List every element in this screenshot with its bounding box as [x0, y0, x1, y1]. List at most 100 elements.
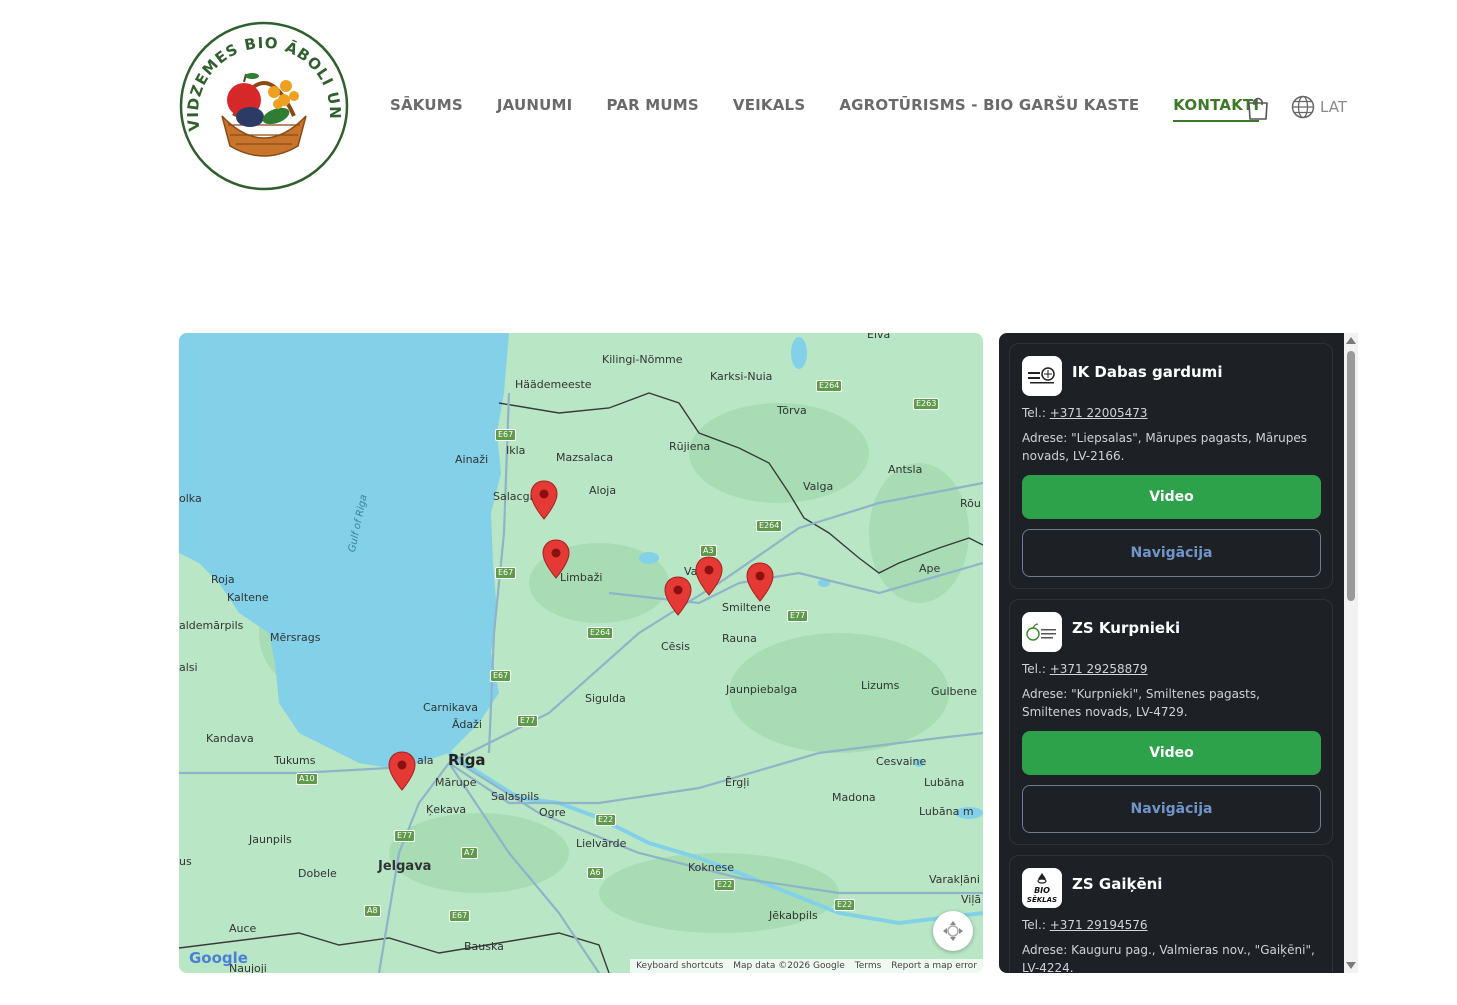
terms-link[interactable]: Terms	[855, 961, 882, 971]
video-button[interactable]: Video	[1022, 475, 1321, 519]
place-label: Auce	[229, 922, 257, 935]
language-label: LAT	[1320, 98, 1347, 116]
place-label: Ape	[919, 562, 941, 575]
scrollbar-thumb[interactable]	[1347, 351, 1355, 601]
road-shield: E77	[787, 610, 809, 622]
phone-label: Tel.:	[1022, 406, 1046, 420]
place-label: Valga	[803, 480, 834, 493]
road-shield: E22	[595, 814, 617, 826]
place-label: Jaunpiebalga	[726, 683, 798, 696]
map-marker[interactable]	[530, 480, 558, 520]
place-label: Salacgr	[493, 490, 535, 503]
place-label: Ērgļi	[725, 776, 750, 789]
phone-label: Tel.:	[1022, 662, 1046, 676]
nav-jaunumi[interactable]: JAUNUMI	[497, 96, 573, 122]
place-label: aldemārpils	[179, 619, 244, 632]
place-label: Ogre	[539, 806, 566, 819]
map-camera-control[interactable]	[933, 911, 973, 951]
place-label: Mērsrags	[270, 631, 321, 644]
road-shield: E22	[714, 879, 736, 891]
contact-phone-row: Tel.: +371 29194576	[1022, 918, 1320, 932]
place-label: Rauna	[722, 632, 757, 645]
place-label: Lielvārde	[576, 837, 627, 850]
place-label: Elva	[867, 333, 891, 341]
svg-text:BIO: BIO	[1034, 886, 1050, 895]
nav-veikals[interactable]: VEIKALS	[733, 96, 805, 122]
place-label: Mārupe	[435, 776, 477, 789]
video-button[interactable]: Video	[1022, 731, 1321, 775]
map-marker[interactable]	[664, 576, 692, 616]
contact-name: ZS Kurpnieki	[1072, 619, 1181, 637]
contact-card: IK Dabas gardumi Tel.: +371 22005473 Adr…	[1009, 343, 1333, 589]
road-shield: A10	[296, 773, 318, 785]
road-shield: E67	[495, 567, 517, 579]
cart-button[interactable]	[1246, 95, 1270, 121]
place-label: ala	[417, 754, 434, 767]
nav-par-mums[interactable]: PAR MUMS	[606, 96, 698, 122]
map-marker[interactable]	[746, 562, 774, 602]
contact-address: Adrese: "Liepsalas", Mārupes pagasts, Mā…	[1022, 431, 1307, 463]
map-marker[interactable]	[542, 539, 570, 579]
contacts-scrollbar[interactable]	[1344, 333, 1358, 973]
phone-link[interactable]: +371 29194576	[1050, 918, 1148, 932]
place-label: Cēsis	[661, 640, 690, 653]
page: VIDZEMES BIO ĀBOLI UN OGAS SĀKUMS JAUNUM…	[0, 0, 1457, 1005]
leaf-logo-icon	[1028, 367, 1055, 384]
google-map[interactable]: Kilingi-Nõmme Häädemeeste Karksi-Nuia Tõ…	[179, 333, 983, 973]
main-navigation: SĀKUMS JAUNUMI PAR MUMS VEIKALS AGROTŪRI…	[390, 96, 1293, 122]
place-label: Gulbene	[931, 685, 978, 698]
place-label: Varakļāni	[929, 873, 980, 886]
move-arrows-icon	[943, 921, 963, 941]
place-label: Madona	[832, 791, 876, 804]
place-label: Roja	[211, 573, 235, 586]
map-marker[interactable]	[388, 751, 416, 791]
road-shield: E67	[449, 910, 471, 922]
place-label: Rõu	[960, 497, 981, 510]
scroll-up-arrow-icon[interactable]	[1346, 337, 1356, 344]
place-label: Rūjiena	[669, 440, 711, 453]
language-switcher[interactable]: LAT	[1291, 95, 1347, 119]
contacts-panel: IK Dabas gardumi Tel.: +371 22005473 Adr…	[999, 333, 1344, 973]
contact-card-header: ZS Kurpnieki	[1022, 612, 1320, 652]
apple-logo-icon	[1026, 623, 1056, 641]
place-label: Bauska	[464, 940, 504, 953]
place-label: Smiltene	[722, 601, 771, 614]
google-logo-text: Google	[189, 949, 248, 967]
place-label: Mazsalaca	[556, 451, 614, 464]
map-marker[interactable]	[695, 556, 723, 596]
globe-icon	[1291, 95, 1315, 119]
navigation-button[interactable]: Navigācija	[1022, 785, 1321, 833]
place-label: Karksi-Nuia	[710, 370, 773, 383]
phone-link[interactable]: +371 22005473	[1050, 406, 1148, 420]
scroll-down-arrow-icon[interactable]	[1346, 962, 1356, 969]
place-label: us	[179, 855, 192, 868]
road-shield: E67	[495, 429, 517, 441]
shopping-bag-icon	[1248, 97, 1268, 120]
place-label: Lizums	[861, 679, 900, 692]
keyboard-shortcuts-link[interactable]: Keyboard shortcuts	[636, 961, 723, 971]
place-label: Tõrva	[777, 404, 807, 417]
phone-label: Tel.:	[1022, 918, 1046, 932]
report-error-link[interactable]: Report a map error	[891, 961, 977, 971]
site-logo[interactable]: VIDZEMES BIO ĀBOLI UN OGAS	[171, 6, 350, 192]
place-label: Lubāna	[924, 776, 965, 789]
contact-name: ZS Gaiķēni	[1072, 875, 1163, 893]
place-label: Cesvaine	[876, 755, 927, 768]
nav-agroturisms[interactable]: AGROTŪRISMS - BIO GARŠU KASTE	[839, 96, 1139, 122]
phone-link[interactable]: +371 29258879	[1050, 662, 1148, 676]
contact-address: Adrese: Kauguru pag., Valmieras nov., "G…	[1022, 943, 1315, 973]
nav-sakums[interactable]: SĀKUMS	[390, 96, 463, 122]
navigation-button[interactable]: Navigācija	[1022, 529, 1321, 577]
road-shield: A7	[461, 847, 478, 859]
place-label: Tukums	[274, 754, 316, 767]
place-label: Sigulda	[585, 692, 626, 705]
road-shield: E263	[913, 398, 940, 410]
place-label: Ainaži	[455, 453, 489, 466]
road-shield: E77	[394, 830, 416, 842]
place-label: Lubāna m	[919, 805, 974, 818]
google-logo: Google	[189, 949, 248, 967]
contact-phone-row: Tel.: +371 22005473	[1022, 406, 1320, 420]
place-label: Jēkabpils	[769, 909, 818, 922]
bio-seeds-logo-icon: BIO SĒKLAS	[1027, 873, 1057, 904]
road-shield: E22	[834, 899, 856, 911]
